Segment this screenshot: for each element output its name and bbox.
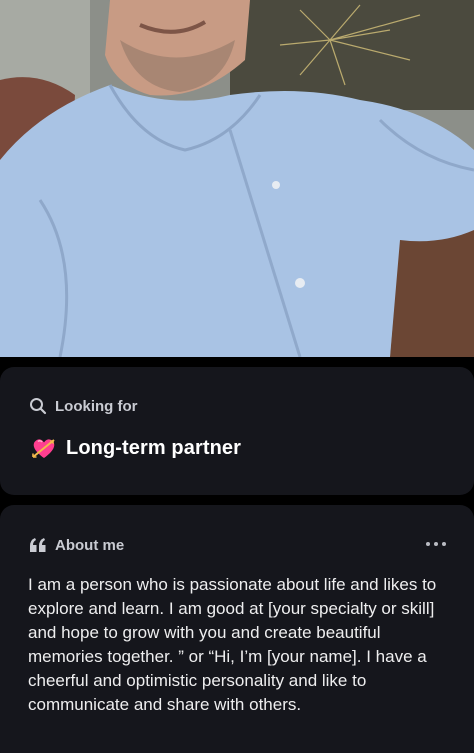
about-me-header: About me [28,535,124,555]
profile-page: Looking for Long-term partner About me I… [0,0,474,753]
about-me-label: About me [55,536,125,554]
search-icon [28,396,48,416]
more-horizontal-icon [426,542,430,546]
more-options-button[interactable] [426,537,446,551]
profile-photo-illustration [0,0,474,357]
heart-with-arrow-icon [30,434,58,462]
looking-for-label: Looking for [55,397,138,415]
looking-for-value: Long-term partner [66,436,242,459]
about-me-text: I am a person who is passionate about li… [28,575,437,714]
looking-for-value-row: Long-term partner [30,434,241,462]
profile-photo[interactable] [0,0,474,357]
more-dot [442,542,446,546]
looking-for-header: Looking for [28,396,138,416]
quote-icon [28,535,48,555]
more-dot [434,542,438,546]
looking-for-card [0,367,474,495]
